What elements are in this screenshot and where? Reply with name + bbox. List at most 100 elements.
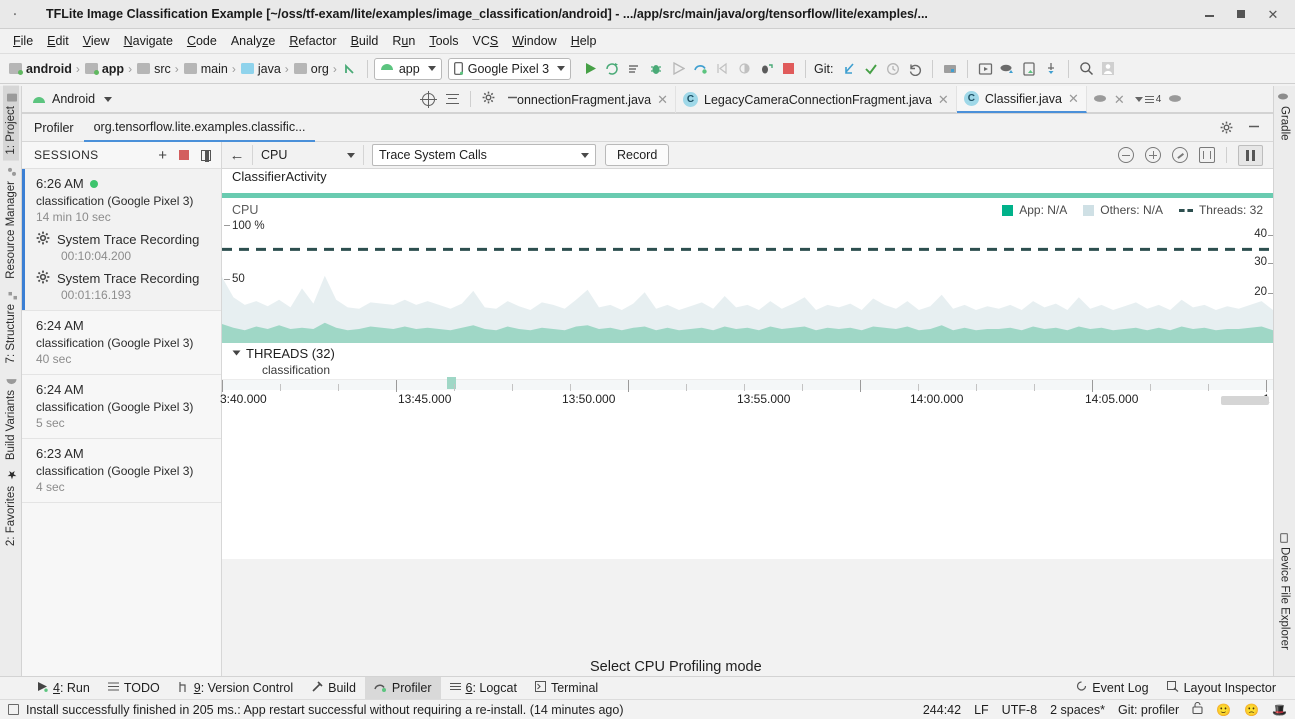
maximize-button[interactable] bbox=[1235, 8, 1247, 20]
smiley-icon[interactable]: 🙂 bbox=[1216, 703, 1231, 717]
session-recording-item[interactable]: System Trace Recording bbox=[36, 231, 221, 248]
sidebar-item-device-file-explorer[interactable]: Device File Explorer bbox=[1277, 527, 1293, 656]
tab-list-icon[interactable]: 4 bbox=[1132, 94, 1162, 105]
run-configuration-selector[interactable]: app bbox=[374, 58, 442, 80]
sdk-manager-icon[interactable] bbox=[940, 59, 960, 79]
menu-file[interactable]: FFileile bbox=[6, 32, 40, 50]
menu-refactor[interactable]: Refactor bbox=[282, 32, 343, 50]
timeline-axis[interactable]: 3:40.000 13:45.000 13:50.000 13:55.000 1… bbox=[222, 379, 1273, 407]
sidebar-item-build-variants[interactable]: Build Variants bbox=[3, 370, 19, 466]
record-button[interactable]: Record bbox=[605, 144, 669, 166]
breadcrumb-java[interactable]: java bbox=[238, 62, 283, 76]
debug-icon[interactable] bbox=[646, 59, 666, 79]
apply-code-changes-icon[interactable] bbox=[624, 59, 644, 79]
back-button[interactable]: ← bbox=[222, 147, 252, 164]
git-update-icon[interactable] bbox=[839, 59, 859, 79]
user-account-icon[interactable] bbox=[1098, 59, 1118, 79]
bottom-item-version-control[interactable]: 9: Version Control bbox=[169, 677, 302, 700]
menu-code[interactable]: Code bbox=[180, 32, 224, 50]
toggle-sessions-panel-icon[interactable] bbox=[201, 150, 211, 161]
window-menu-icon[interactable]: ꞏ bbox=[0, 7, 30, 22]
sidebar-item-gradle[interactable]: Gradle bbox=[1277, 86, 1293, 147]
monitor-selector[interactable]: CPU bbox=[253, 145, 363, 166]
sidebar-item-project[interactable]: 1: Project bbox=[3, 86, 19, 161]
device-file-explorer-icon[interactable] bbox=[1019, 59, 1039, 79]
git-commit-icon[interactable] bbox=[861, 59, 881, 79]
profile-icon[interactable] bbox=[690, 59, 710, 79]
profiler-process-tab[interactable]: org.tensorflow.lite.examples.classific..… bbox=[84, 114, 316, 142]
resume-program-icon[interactable] bbox=[734, 59, 754, 79]
gradle-elephant-icon[interactable] bbox=[1093, 93, 1107, 107]
session-item[interactable]: 6:24 AM classification (Google Pixel 3) … bbox=[22, 375, 221, 439]
hide-icon[interactable] bbox=[1247, 120, 1261, 136]
run-with-coverage-icon[interactable] bbox=[668, 59, 688, 79]
session-recording-item[interactable]: System Trace Recording bbox=[36, 270, 221, 287]
bottom-item-build[interactable]: Build bbox=[302, 677, 365, 700]
sidebar-item-favorites[interactable]: 2: Favorites ★ bbox=[3, 466, 19, 552]
avd-manager-icon[interactable] bbox=[975, 59, 995, 79]
menu-help[interactable]: Help bbox=[564, 32, 604, 50]
bottom-item-layout-inspector[interactable]: Layout Inspector bbox=[1158, 677, 1285, 700]
bottom-item-run[interactable]: 4: Run bbox=[28, 677, 99, 700]
reset-zoom-icon[interactable] bbox=[1172, 147, 1188, 163]
file-encoding[interactable]: UTF-8 bbox=[1002, 703, 1037, 717]
session-item[interactable]: 6:26 AM classification (Google Pixel 3) … bbox=[22, 169, 221, 311]
bottom-item-todo[interactable]: TODO bbox=[99, 677, 169, 700]
cpu-usage-chart[interactable]: CPU 100 % 50 App: N/A Oth bbox=[222, 198, 1273, 343]
step-over-icon[interactable] bbox=[712, 59, 732, 79]
stop-recording-icon[interactable] bbox=[179, 150, 189, 160]
bottom-item-profiler[interactable]: Profiler bbox=[365, 677, 441, 700]
close-button[interactable]: ✕ bbox=[1267, 8, 1279, 20]
trace-mode-selector[interactable]: Trace System Calls bbox=[372, 144, 596, 166]
editor-tab-connection-fragment[interactable]: onnectionFragment.java ✕ bbox=[510, 86, 676, 113]
collapse-all-icon[interactable] bbox=[446, 93, 459, 106]
close-icon[interactable]: ✕ bbox=[938, 92, 949, 108]
line-separator[interactable]: LF bbox=[974, 703, 989, 717]
bottom-item-terminal[interactable]: Terminal bbox=[526, 677, 607, 700]
session-item[interactable]: 6:23 AM classification (Google Pixel 3) … bbox=[22, 439, 221, 503]
git-branch[interactable]: Git: profiler bbox=[1118, 703, 1179, 717]
gear-icon[interactable] bbox=[1220, 121, 1233, 134]
horizontal-scrollbar[interactable] bbox=[1221, 396, 1269, 405]
apply-changes-icon[interactable] bbox=[602, 59, 622, 79]
editor-tab-legacy-camera-connection-fragment[interactable]: C LegacyCameraConnectionFragment.java ✕ bbox=[676, 86, 957, 113]
menu-vcs[interactable]: VCS bbox=[466, 32, 506, 50]
locate-icon[interactable] bbox=[422, 93, 435, 106]
gear-icon[interactable] bbox=[482, 91, 495, 107]
menu-tools[interactable]: Tools bbox=[422, 32, 465, 50]
gradle-sync-icon[interactable] bbox=[997, 59, 1017, 79]
sidebar-item-structure[interactable]: 7: Structure bbox=[3, 284, 19, 369]
add-session-icon[interactable]: + bbox=[158, 148, 167, 163]
pause-live-button[interactable] bbox=[1238, 145, 1263, 166]
menu-run[interactable]: Run bbox=[385, 32, 422, 50]
caret-position[interactable]: 244:42 bbox=[923, 703, 961, 717]
indent-setting[interactable]: 2 spaces* bbox=[1050, 703, 1105, 717]
close-icon[interactable]: ✕ bbox=[1114, 92, 1125, 108]
zoom-in-icon[interactable] bbox=[1145, 147, 1161, 163]
menu-edit[interactable]: Edit bbox=[40, 32, 76, 50]
menu-window[interactable]: Window bbox=[505, 32, 563, 50]
undo-icon[interactable] bbox=[905, 59, 925, 79]
lock-icon[interactable] bbox=[1192, 702, 1203, 717]
breadcrumb-android[interactable]: android bbox=[6, 62, 74, 76]
menu-build[interactable]: Build bbox=[344, 32, 386, 50]
sync-gradle-icon[interactable] bbox=[340, 59, 360, 79]
breadcrumb-main[interactable]: main bbox=[181, 62, 230, 76]
search-icon[interactable] bbox=[1076, 59, 1096, 79]
thread-row[interactable]: classification bbox=[222, 363, 1273, 379]
profiler-toolbar-icon[interactable] bbox=[1041, 59, 1061, 79]
breadcrumb-app[interactable]: app bbox=[82, 62, 126, 76]
menu-navigate[interactable]: Navigate bbox=[117, 32, 180, 50]
menu-view[interactable]: View bbox=[76, 32, 117, 50]
minimize-button[interactable] bbox=[1203, 8, 1215, 20]
hector-icon[interactable]: 🎩 bbox=[1272, 703, 1287, 717]
device-selector[interactable]: Google Pixel 3 bbox=[448, 58, 571, 80]
session-item[interactable]: 6:24 AM classification (Google Pixel 3) … bbox=[22, 311, 221, 375]
gradle-icon-2[interactable] bbox=[1168, 93, 1182, 107]
breadcrumb-src[interactable]: src bbox=[134, 62, 173, 76]
stop-icon[interactable] bbox=[778, 59, 798, 79]
zoom-out-icon[interactable] bbox=[1118, 147, 1134, 163]
sidebar-item-resource-manager[interactable]: Resource Manager bbox=[3, 161, 19, 285]
frowny-icon[interactable]: 🙁 bbox=[1244, 703, 1259, 717]
run-icon[interactable] bbox=[580, 59, 600, 79]
